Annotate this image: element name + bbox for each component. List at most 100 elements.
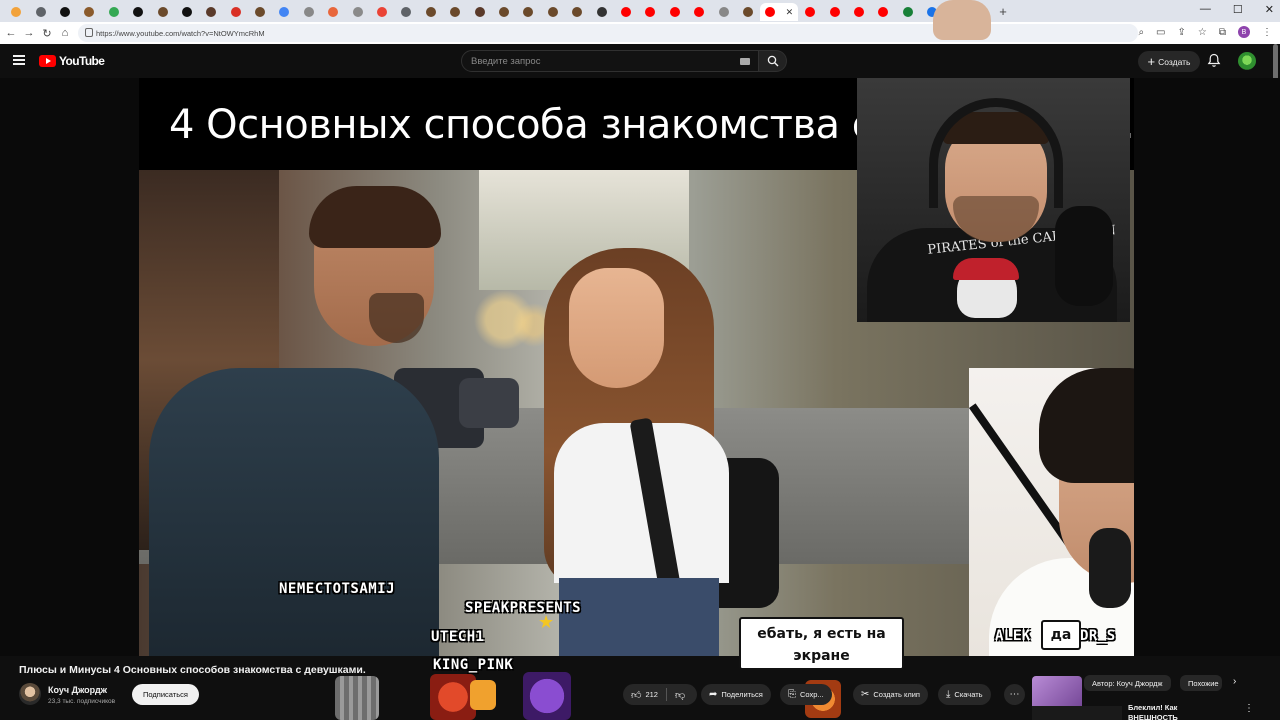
cast-icon[interactable]: ▭ [1156,27,1165,38]
tab-favicon-icon [255,7,266,17]
browser-tab[interactable] [736,3,760,21]
subscribe-button[interactable]: Подписаться [132,684,199,705]
browser-tab[interactable] [663,3,687,21]
screen: ✕ + — ☐ ✕ ← → ↻ ⌂ https://www.youtube.com/wa… [0,0,1280,720]
browser-tab[interactable] [687,3,711,21]
close-window-icon[interactable]: ✕ [1265,3,1274,16]
save-label: Сохр... [800,690,824,699]
browser-tab[interactable] [199,3,223,21]
like-icon[interactable]: 👍︎ [631,689,641,701]
browser-tab[interactable] [53,3,77,21]
tab-favicon-icon [377,7,388,17]
tab-favicon-icon [474,7,485,17]
zoom-icon[interactable]: ⌕ [1138,27,1144,38]
chat-bubble-text: да [1050,627,1072,643]
browser-tab[interactable] [126,3,150,21]
browser-tab[interactable] [248,3,272,21]
tab-favicon-icon [669,7,680,17]
browser-tab[interactable] [297,3,321,21]
clip-button[interactable]: ✂ Создать клип [853,684,928,705]
youtube-favicon-icon [765,7,776,17]
browser-tab[interactable] [150,3,174,21]
browser-tab[interactable] [541,3,565,21]
browser-tab[interactable] [272,3,296,21]
tab-favicon-icon [303,7,314,17]
browser-tab[interactable] [871,3,895,21]
browser-tab[interactable] [345,3,369,21]
more-actions-icon[interactable]: ⋯ [1004,684,1025,705]
like-count[interactable]: 212 [645,690,658,699]
browser-tab[interactable] [492,3,516,21]
video-player[interactable]: 4 Основных способа знакомства с девушкам… [0,78,1280,656]
save-button[interactable]: ⎘ Сохр... [780,684,832,705]
reload-icon[interactable]: ↻ [38,27,56,40]
browser-tab[interactable] [516,3,540,21]
close-tab-icon[interactable]: ✕ [786,7,794,18]
browser-tab[interactable] [321,3,345,21]
browser-tab[interactable] [467,3,491,21]
chip-similar[interactable]: Похожие [1180,675,1222,691]
download-label: Скачать [954,690,983,699]
download-button[interactable]: ⤓ Скачать [938,684,991,705]
browser-tab[interactable] [175,3,199,21]
recommendation-thumbnail-strip[interactable] [1032,706,1122,720]
browser-tab[interactable] [102,3,126,21]
share-icon[interactable]: ⇪ [1178,27,1186,38]
menu-icon[interactable] [13,55,25,65]
browser-tab[interactable] [419,3,443,21]
browser-tab[interactable] [798,3,822,21]
chevron-right-icon[interactable]: › [1233,676,1236,687]
browser-tab[interactable] [394,3,418,21]
new-tab-icon[interactable]: + [999,4,1007,19]
chat-username: SPEAKPRESENTS [465,600,582,616]
notifications-bell-icon[interactable] [1207,53,1221,68]
browser-tab[interactable] [443,3,467,21]
extensions-icon[interactable]: ⧉ [1219,27,1226,38]
browser-tab[interactable] [589,3,613,21]
recommendation-title[interactable]: Блеклил! Как ВНЕШНОСТЬ [1128,703,1228,720]
tab-favicon-icon [206,7,217,17]
tab-favicon-icon [620,7,631,17]
youtube-logo[interactable]: YouTube [39,54,105,68]
browser-menu-icon[interactable]: ⋮ [1262,27,1272,38]
chat-username: DR_S [1080,628,1116,644]
browser-tab[interactable] [4,3,28,21]
profile-avatar[interactable]: В [1238,26,1250,38]
browser-tab[interactable] [370,3,394,21]
tab-favicon-icon [425,7,436,17]
dislike-icon[interactable]: 👎︎ [675,689,685,701]
browser-tab[interactable] [614,3,638,21]
minimize-icon[interactable]: — [1200,3,1211,16]
browser-tab[interactable] [711,3,735,21]
maximize-icon[interactable]: ☐ [1233,3,1243,16]
browser-tab[interactable] [28,3,52,21]
create-button[interactable]: + Создать [1138,51,1200,72]
browser-tab[interactable] [77,3,101,21]
search-button[interactable] [759,50,787,72]
back-icon[interactable]: ← [2,27,20,39]
search-input[interactable]: Введите запрос [461,50,759,72]
channel-name[interactable]: Коуч Джордж [48,685,107,695]
browser-tab[interactable] [896,3,920,21]
home-icon[interactable]: ⌂ [56,27,74,39]
browser-toolbar: ← → ↻ ⌂ https://www.youtube.com/watch?v=… [0,22,1280,44]
share-button[interactable]: ➦ Поделиться [701,684,771,705]
tab-favicon-icon [547,7,558,17]
chat-username: NEMECTOTSAMIJ [279,581,396,597]
browser-tab[interactable] [224,3,248,21]
pixel-sprite [470,680,496,710]
keyboard-icon[interactable] [740,58,750,65]
site-info-icon[interactable] [85,28,93,37]
guest-camera [969,368,1134,656]
channel-avatar[interactable] [19,683,41,705]
recommendation-menu-icon[interactable]: ⋮ [1244,703,1254,714]
browser-tab[interactable] [638,3,662,21]
browser-tab[interactable] [847,3,871,21]
browser-tab[interactable] [823,3,847,21]
account-avatar[interactable] [1238,52,1256,70]
chip-author[interactable]: Автор: Коуч Джордж [1084,675,1171,691]
browser-tab-active[interactable]: ✕ [760,3,799,21]
forward-icon[interactable]: → [20,27,38,39]
bookmark-star-icon[interactable]: ☆ [1198,27,1207,38]
browser-tab[interactable] [565,3,589,21]
